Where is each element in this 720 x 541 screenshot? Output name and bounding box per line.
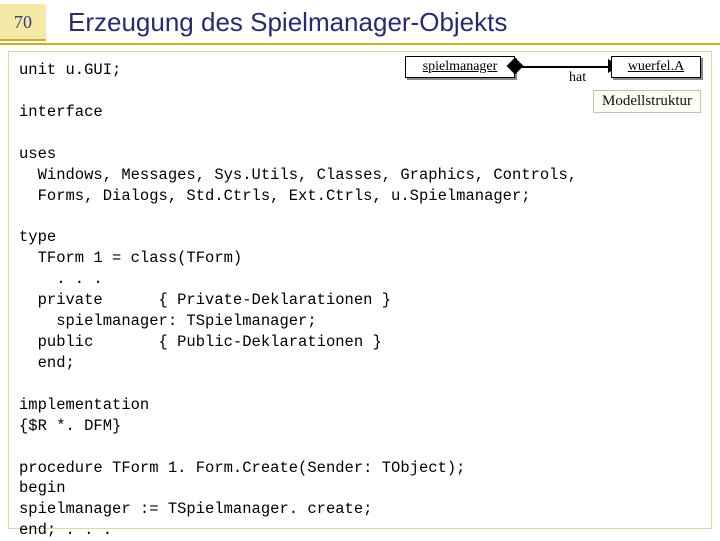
code-line: unit u.GUI;: [19, 61, 121, 79]
code-line: public { Public-Deklarationen }: [19, 333, 382, 351]
code-line: end; . . .: [19, 521, 112, 539]
code-block: unit u.GUI; interface uses Windows, Mess…: [19, 60, 701, 541]
code-line: Windows, Messages, Sys.Utils, Classes, G…: [19, 166, 577, 184]
code-line: type: [19, 228, 56, 246]
page-number: 70: [0, 4, 46, 41]
content-area: spielmanager hat wuerfel.A Modellstruktu…: [8, 51, 712, 529]
code-line: implementation: [19, 396, 149, 414]
slide-title: Erzeugung des Spielmanager-Objekts: [46, 7, 507, 38]
code-line: procedure TForm 1. Form.Create(Sender: T…: [19, 459, 465, 477]
class-box-wuerfel: wuerfel.A: [611, 56, 701, 78]
diagram-caption: Modellstruktur: [593, 90, 701, 113]
code-line: private { Private-Deklarationen }: [19, 291, 391, 309]
code-line: begin: [19, 479, 66, 497]
association-line: [511, 66, 619, 68]
code-line: interface: [19, 103, 103, 121]
code-line: spielmanager: TSpielmanager;: [19, 312, 317, 330]
slide-header: 70 Erzeugung des Spielmanager-Objekts: [0, 0, 720, 45]
code-line: TForm 1 = class(TForm): [19, 249, 242, 267]
code-line: end;: [19, 354, 75, 372]
relation-label: hat: [569, 70, 586, 86]
code-line: spielmanager := TSpielmanager. create;: [19, 500, 372, 518]
class-box-spielmanager: spielmanager: [405, 56, 515, 78]
uml-diagram: spielmanager hat wuerfel.A Modellstruktu…: [399, 54, 705, 116]
code-line: {$R *. DFM}: [19, 417, 121, 435]
code-line: uses: [19, 145, 56, 163]
code-line: Forms, Dialogs, Std.Ctrls, Ext.Ctrls, u.…: [19, 187, 531, 205]
code-line: . . .: [19, 270, 103, 288]
